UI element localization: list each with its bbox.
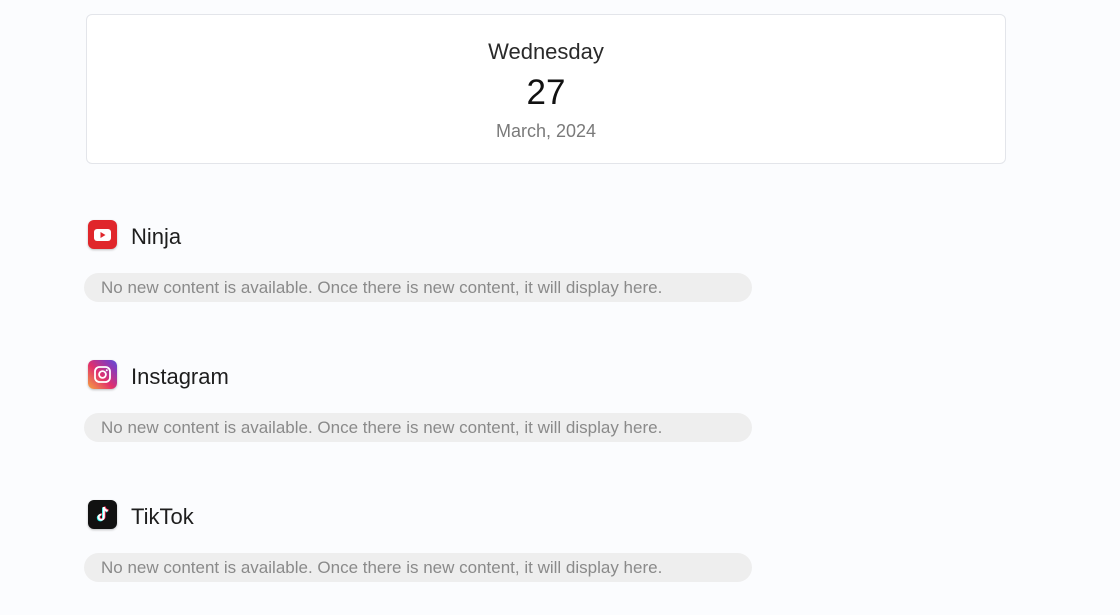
source-name: Ninja — [131, 224, 182, 249]
source-header[interactable]: Instagram — [86, 356, 486, 392]
instagram-icon — [88, 360, 117, 389]
date-card: Wednesday 27 March, 2024 — [86, 14, 1006, 164]
youtube-icon — [88, 220, 117, 249]
empty-state-message: No new content is available. Once there … — [84, 273, 752, 302]
source-name: TikTok — [131, 504, 194, 529]
source-section-ninja: Ninja No new content is available. Once … — [84, 216, 766, 316]
empty-state-message: No new content is available. Once there … — [84, 413, 752, 442]
tiktok-icon — [88, 500, 117, 529]
empty-state-message: No new content is available. Once there … — [84, 553, 752, 582]
source-section-instagram: Instagram No new content is available. O… — [84, 356, 766, 456]
source-header[interactable]: Ninja — [86, 216, 486, 252]
date-weekday: Wednesday — [488, 39, 604, 64]
source-name: Instagram — [131, 364, 229, 389]
source-header[interactable]: TikTok — [86, 496, 486, 532]
source-section-tiktok: TikTok No new content is available. Once… — [84, 496, 766, 596]
date-day-number: 27 — [526, 73, 566, 112]
date-month-year: March, 2024 — [495, 121, 597, 141]
